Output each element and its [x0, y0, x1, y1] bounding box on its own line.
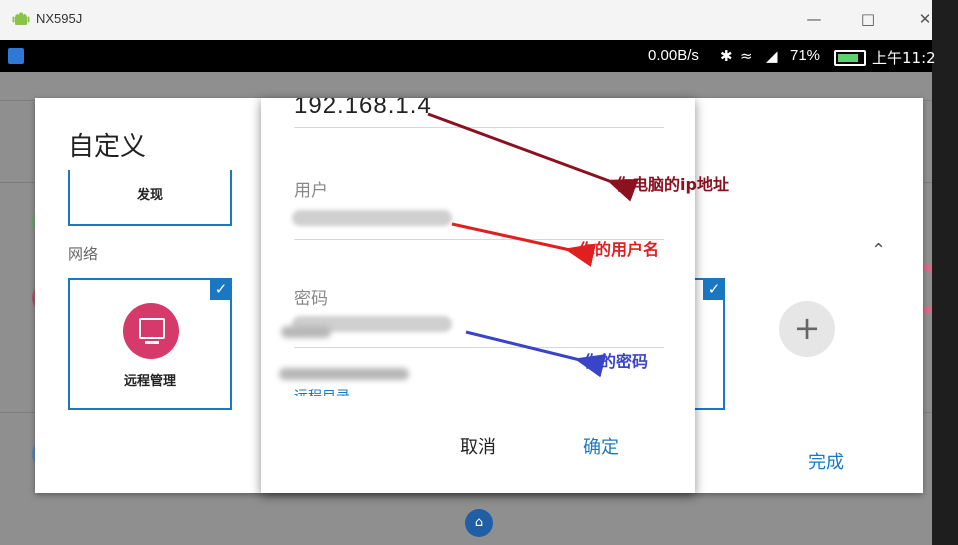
network-rate: 0.00B/s — [648, 47, 699, 64]
username-field[interactable] — [292, 210, 452, 226]
tile-label: 远程管理 — [123, 374, 176, 389]
checkmark-icon: ✓ — [210, 278, 232, 300]
window-edge — [932, 0, 958, 545]
window-title: NX595J — [36, 11, 83, 26]
status-clock: 上午11:2 — [872, 49, 936, 67]
battery-icon — [834, 50, 866, 66]
username-label: 用户 — [294, 181, 328, 201]
ok-button[interactable]: 确定 — [583, 433, 619, 459]
signal-icon: ◢ — [766, 47, 778, 65]
minimize-icon[interactable]: — — [803, 8, 825, 30]
remote-directory-link[interactable]: 远程目录 — [294, 386, 350, 396]
server-dialog: 192.168.1.4 用户 密码 远程目录 取消 确定 — [261, 98, 695, 493]
ghost-label — [279, 368, 409, 380]
battery-percent: 71% — [790, 47, 821, 64]
tile-discover[interactable]: 发现 — [68, 170, 232, 226]
annotation-username: 你的用户名 — [579, 240, 660, 259]
ip-field[interactable]: 192.168.1.4 — [294, 98, 432, 120]
dialog-title: 自定义 — [68, 132, 147, 162]
maximize-icon[interactable]: □ — [857, 8, 879, 30]
tile-label: 发现 — [136, 188, 163, 203]
status-bar: 0.00B/s ✱ ≈ ◢ 71% 上午11:2 — [0, 40, 936, 72]
annotation-password: 你的密码 — [584, 352, 649, 371]
annotation-ip: 你电脑的ip地址 — [616, 175, 729, 194]
remote-desktop-icon — [123, 303, 179, 359]
window-titlebar: NX595J — □ ✕ — [0, 0, 932, 40]
notification-icon — [8, 48, 24, 64]
cancel-button[interactable]: 取消 — [460, 433, 496, 459]
tile-remote-management[interactable]: 远程管理 ✓ — [68, 278, 232, 410]
android-icon — [12, 12, 30, 25]
field-underline — [294, 127, 664, 128]
ghost-icon — [281, 326, 331, 338]
wifi-icon: ≈ — [740, 47, 753, 65]
checkmark-icon: ✓ — [703, 278, 725, 300]
chevron-up-icon[interactable]: ⌃ — [871, 240, 886, 261]
add-tile-button[interactable]: + — [779, 301, 835, 357]
password-label: 密码 — [294, 289, 328, 309]
bluetooth-icon: ✱ — [720, 47, 733, 65]
section-label: 网络 — [68, 245, 99, 263]
home-icon[interactable]: ⌂ — [465, 509, 493, 537]
done-button[interactable]: 完成 — [808, 448, 844, 474]
